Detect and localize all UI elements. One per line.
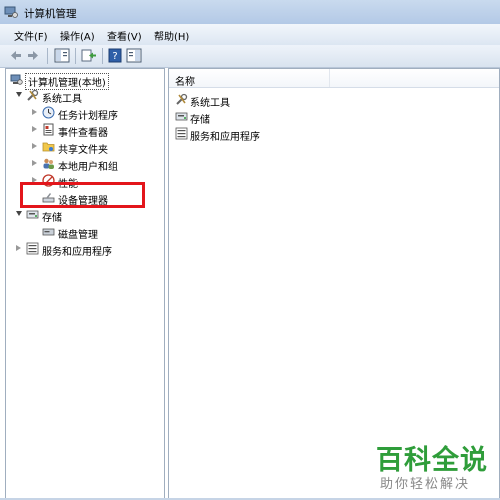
menu-bar: 文件(F) 操作(A) 查看(V) 帮助(H) — [0, 24, 500, 46]
list-item-label: 服务和应用程序 — [190, 132, 260, 143]
forward-arrow-icon[interactable] — [26, 48, 40, 63]
tree-label-storage: 存储 — [42, 213, 62, 224]
navigation-tree[interactable]: 计算机管理(本地) 系统工具 任务计划程序 事件查看器 共享文件夹 本地用户和组… — [5, 68, 165, 500]
computer-management-icon — [10, 74, 23, 85]
list-item-system-tools[interactable]: 系统工具 — [169, 92, 369, 109]
users-icon — [43, 158, 54, 169]
menu-view[interactable]: 查看(V) — [107, 28, 142, 43]
content-list[interactable]: 名称 系统工具 存储 服务和应用程序 — [168, 68, 500, 500]
list-item-label: 存储 — [190, 115, 210, 126]
back-arrow-icon[interactable] — [9, 48, 23, 63]
tree-label-services-apps: 服务和应用程序 — [42, 247, 112, 258]
storage-icon — [175, 112, 188, 121]
list-item-label: 系统工具 — [190, 98, 230, 109]
highlight-box — [20, 182, 145, 208]
window-title: 计算机管理 — [24, 8, 77, 20]
tree-label-shared-folders: 共享文件夹 — [58, 145, 108, 156]
menu-action[interactable]: 操作(A) — [60, 28, 95, 43]
tree-label-disk-management: 磁盘管理 — [58, 230, 98, 241]
services-icon — [175, 127, 188, 140]
svg-text:?: ? — [112, 51, 117, 62]
tree-node-shared-folders[interactable]: 共享文件夹 — [32, 139, 160, 156]
title-bar: 计算机管理 — [0, 0, 500, 24]
help-icon[interactable]: ? — [108, 48, 122, 63]
tree-label-event-viewer: 事件查看器 — [58, 128, 108, 139]
shared-folder-icon — [42, 142, 55, 152]
tree-node-local-users[interactable]: 本地用户和组 — [32, 156, 160, 173]
tree-node-disk-management[interactable]: 磁盘管理 — [32, 224, 160, 241]
menu-file[interactable]: 文件(F) — [14, 28, 48, 43]
event-log-icon — [43, 123, 54, 136]
clock-icon — [42, 106, 55, 119]
show-hide-tree-icon[interactable] — [54, 48, 70, 63]
tree-label-system-tools: 系统工具 — [42, 94, 82, 105]
tree-node-storage[interactable]: 存储 — [16, 207, 156, 224]
collapsed-arrow-icon[interactable] — [32, 160, 37, 166]
storage-icon — [26, 210, 39, 219]
list-item-storage[interactable]: 存储 — [169, 109, 369, 126]
column-header-label: 名称 — [175, 77, 195, 88]
disk-icon — [42, 228, 55, 236]
expanded-arrow-icon[interactable] — [16, 92, 22, 97]
tools-icon — [27, 89, 39, 101]
watermark-title: 百科全说 — [376, 445, 488, 476]
list-item-services-apps[interactable]: 服务和应用程序 — [169, 126, 369, 143]
tree-label-task-scheduler: 任务计划程序 — [58, 111, 118, 122]
services-icon — [26, 242, 39, 255]
tree-node-root[interactable]: 计算机管理(本地) — [10, 72, 160, 90]
collapsed-arrow-icon[interactable] — [32, 143, 37, 149]
tools-icon — [176, 93, 188, 105]
tree-label-local-users: 本地用户和组 — [58, 162, 118, 173]
expanded-arrow-icon[interactable] — [16, 211, 22, 216]
tree-node-task-scheduler[interactable]: 任务计划程序 — [32, 105, 160, 122]
show-hide-action-pane-icon[interactable] — [126, 48, 142, 63]
column-header-name[interactable]: 名称 — [169, 69, 499, 88]
collapsed-arrow-icon[interactable] — [32, 126, 37, 132]
menu-help[interactable]: 帮助(H) — [154, 28, 189, 43]
computer-management-icon — [4, 6, 18, 18]
collapsed-arrow-icon[interactable] — [16, 245, 21, 251]
collapsed-arrow-icon[interactable] — [32, 109, 37, 115]
tree-node-system-tools[interactable]: 系统工具 — [16, 88, 156, 105]
tree-node-services-apps[interactable]: 服务和应用程序 — [16, 241, 160, 258]
tree-node-event-viewer[interactable]: 事件查看器 — [32, 122, 160, 139]
watermark-subtitle: 助你轻松解决 — [380, 477, 471, 492]
export-list-icon[interactable] — [81, 48, 97, 63]
toolbar: ? — [0, 45, 500, 68]
